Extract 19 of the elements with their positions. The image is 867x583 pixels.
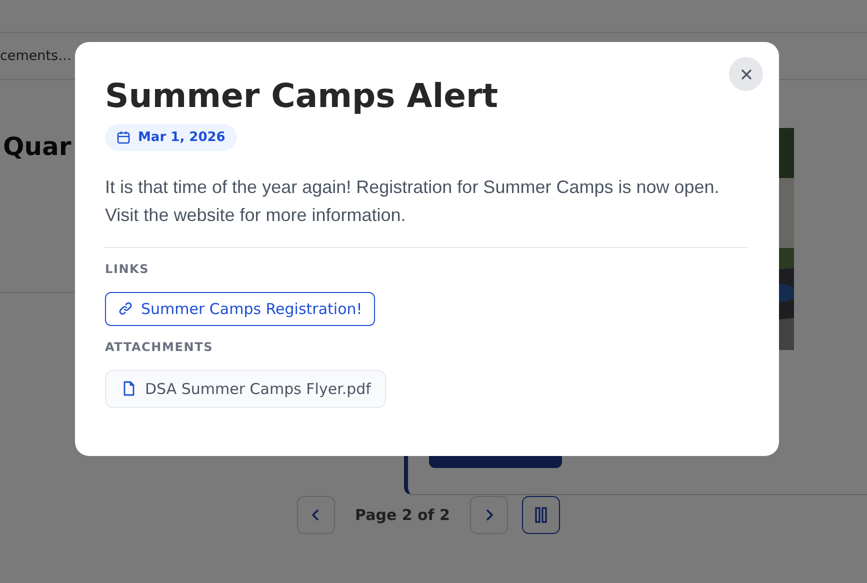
dialog-title: Summer Camps Alert <box>105 76 500 116</box>
announcement-text: It is that time of the year again! Registration for Summer Camps is now open. Visit the website for more information. <box>105 176 720 227</box>
calendar-icon <box>117 130 130 144</box>
chevron-left-icon <box>311 508 321 522</box>
attachment-button[interactable]: DSA Summer Camps Flyer.pdf <box>105 370 386 408</box>
link-icon <box>118 301 133 316</box>
chevron-right-icon <box>484 508 494 522</box>
pause-icon <box>535 507 547 523</box>
links-heading: LINKS <box>105 262 150 276</box>
section-heading: Quar <box>3 132 72 161</box>
date-badge: Mar 1, 2026 <box>105 124 238 151</box>
pause-button[interactable] <box>522 496 560 534</box>
file-icon <box>123 381 135 396</box>
page-indicator: Page 2 of 2 <box>355 506 450 524</box>
close-button[interactable] <box>729 57 763 91</box>
link-button[interactable]: Summer Camps Registration! <box>105 292 376 326</box>
close-icon <box>740 68 752 80</box>
attachments-heading: ATTACHMENTS <box>105 340 214 354</box>
breadcrumb-text: cements… <box>0 48 72 64</box>
